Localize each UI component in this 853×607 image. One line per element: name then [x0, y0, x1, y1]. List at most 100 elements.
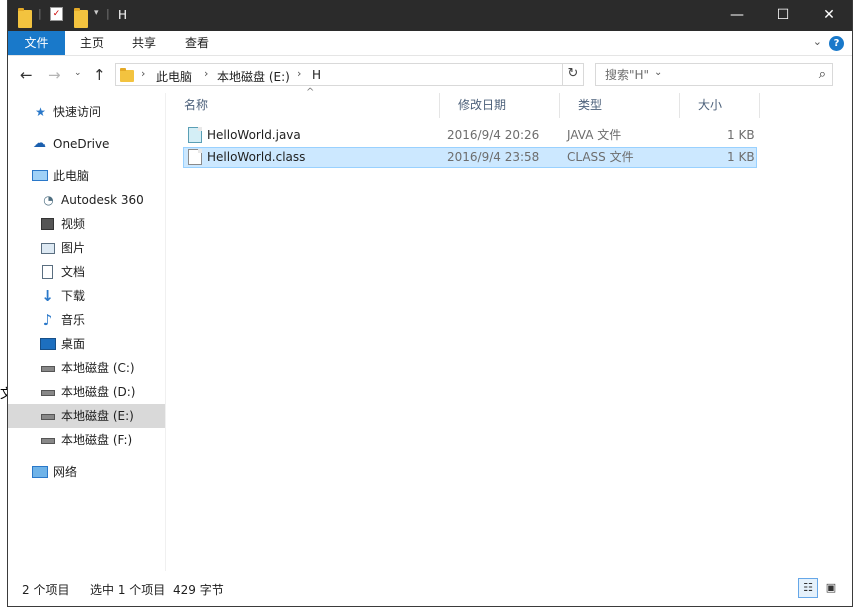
nav-item-label: 本地磁盘 (F:)	[61, 433, 133, 447]
cloud-icon: ☁	[33, 136, 46, 151]
separator-icon: |	[38, 7, 42, 20]
status-selection-size: 429 字节	[173, 583, 224, 597]
nav-item-quick-access[interactable]: ★ 快速访问	[8, 100, 165, 124]
drive-icon	[41, 390, 55, 396]
file-modified: 2016/9/4 23:58	[447, 150, 540, 164]
back-arrow-icon[interactable]: ←	[20, 66, 33, 84]
file-size: 1 KB	[727, 150, 755, 164]
forward-arrow-icon[interactable]: →	[48, 66, 61, 84]
nav-item-network[interactable]: 网络	[8, 460, 165, 484]
drive-icon	[41, 414, 55, 420]
file-type: CLASS 文件	[567, 150, 634, 164]
address-bar[interactable]: › 此电脑 › 本地磁盘 (E:) › H ⌄	[115, 63, 662, 86]
breadcrumb-drive-e[interactable]: 本地磁盘 (E:)	[217, 68, 290, 85]
new-folder-icon[interactable]	[74, 8, 88, 28]
file-modified: 2016/9/4 20:26	[447, 128, 540, 142]
maximize-button[interactable]: ☐	[760, 0, 806, 31]
nav-item-label: 此电脑	[53, 169, 90, 183]
refresh-icon[interactable]: ↻	[562, 63, 584, 86]
close-button[interactable]: ✕	[806, 0, 852, 31]
title-bar[interactable]: | ✓ ▾ | H — ☐ ✕	[8, 0, 852, 31]
file-name: HelloWorld.java	[207, 128, 301, 142]
status-item-count: 2 个项目	[22, 583, 70, 597]
nav-item-label: 本地磁盘 (C:)	[61, 361, 135, 375]
nav-item-drive-e[interactable]: 本地磁盘 (E:)	[8, 404, 165, 428]
tab-file[interactable]: 文件	[8, 31, 65, 55]
separator-icon: |	[106, 7, 110, 20]
minimize-button[interactable]: —	[714, 0, 760, 31]
nav-item-label: 快速访问	[53, 105, 102, 119]
address-row: ← → ⌄ ↑ › 此电脑 › 本地磁盘 (E:) › H ⌄ ↻ ⌕	[8, 57, 852, 93]
column-header-size[interactable]: 大小	[680, 93, 760, 118]
nav-item-label: 桌面	[61, 337, 86, 351]
breadcrumb-separator-icon[interactable]: ›	[204, 67, 208, 80]
drive-icon	[41, 438, 55, 444]
help-icon[interactable]: ?	[829, 36, 844, 51]
column-header-date-modified[interactable]: 修改日期	[440, 93, 560, 118]
file-row[interactable]: HelloWorld.java 2016/9/4 20:26 JAVA 文件 1…	[183, 125, 757, 146]
nav-item-drive-c[interactable]: 本地磁盘 (C:)	[8, 356, 165, 380]
search-icon[interactable]: ⌕	[819, 67, 826, 82]
nav-item-autodesk-360[interactable]: ◔ Autodesk 360	[8, 188, 165, 212]
nav-item-documents[interactable]: 文档	[8, 260, 165, 284]
music-icon: ♪	[42, 311, 53, 329]
network-icon	[32, 466, 48, 478]
file-size: 1 KB	[727, 128, 755, 142]
java-file-icon	[188, 127, 202, 143]
nav-item-desktop[interactable]: 桌面	[8, 332, 165, 356]
file-name: HelloWorld.class	[207, 150, 306, 164]
autodesk-icon: ◔	[43, 193, 54, 207]
search-box[interactable]: ⌕	[595, 63, 833, 86]
details-view-icon[interactable]: ☷	[798, 578, 818, 598]
status-selection: 选中 1 个项目	[90, 583, 166, 597]
folder-icon[interactable]	[18, 8, 32, 28]
properties-icon[interactable]: ✓	[50, 7, 63, 21]
column-header-name[interactable]: 名称	[166, 93, 440, 118]
nav-item-label: Autodesk 360	[61, 193, 144, 207]
navigation-pane: ★ 快速访问 ☁ OneDrive 此电脑 ◔ Autodesk 360 视频 …	[8, 93, 165, 571]
search-input[interactable]	[605, 65, 805, 85]
ribbon-tabs: 文件 主页 共享 查看 ⌄ ?	[8, 31, 852, 56]
documents-icon	[42, 265, 53, 279]
column-header-type[interactable]: 类型	[560, 93, 680, 118]
nav-item-label: 本地磁盘 (E:)	[61, 409, 134, 423]
computer-icon	[32, 170, 48, 181]
tab-home[interactable]: 主页	[72, 31, 112, 55]
file-type: JAVA 文件	[567, 128, 622, 142]
nav-item-label: 下载	[61, 289, 86, 303]
tab-share[interactable]: 共享	[124, 31, 164, 55]
breadcrumb-h[interactable]: H	[312, 68, 321, 82]
customize-toolbar-icon[interactable]: ▾	[94, 8, 99, 26]
recent-locations-chevron-icon[interactable]: ⌄	[74, 68, 82, 78]
nav-item-music[interactable]: ♪ 音乐	[8, 308, 165, 332]
nav-item-downloads[interactable]: ↓ 下载	[8, 284, 165, 308]
nav-item-label: 视频	[61, 217, 86, 231]
star-icon: ★	[35, 105, 46, 119]
pictures-icon	[41, 243, 55, 254]
breadcrumb-separator-icon[interactable]: ›	[297, 67, 301, 80]
nav-item-label: OneDrive	[53, 137, 110, 151]
file-row-selected[interactable]: HelloWorld.class 2016/9/4 23:58 CLASS 文件…	[183, 147, 757, 168]
nav-item-this-pc[interactable]: 此电脑	[8, 164, 165, 188]
drive-icon	[41, 366, 55, 372]
video-icon	[41, 218, 54, 230]
tab-view[interactable]: 查看	[177, 31, 217, 55]
breadcrumb-separator-icon[interactable]: ›	[141, 67, 145, 80]
nav-item-videos[interactable]: 视频	[8, 212, 165, 236]
nav-item-pictures[interactable]: 图片	[8, 236, 165, 260]
file-explorer-window: | ✓ ▾ | H — ☐ ✕ 文件 主页 共享 查看 ⌄ ? ← → ⌄ ↑ …	[7, 0, 853, 607]
desktop-icon	[40, 338, 56, 350]
nav-item-onedrive[interactable]: ☁ OneDrive	[8, 132, 165, 156]
nav-item-drive-d[interactable]: 本地磁盘 (D:)	[8, 380, 165, 404]
class-file-icon	[188, 149, 202, 165]
nav-item-label: 文档	[61, 265, 86, 279]
nav-item-drive-f[interactable]: 本地磁盘 (F:)	[8, 428, 165, 452]
nav-item-label: 本地磁盘 (D:)	[61, 385, 136, 399]
breadcrumb-this-pc[interactable]: 此电脑	[156, 68, 192, 85]
folder-icon	[120, 68, 134, 82]
nav-item-label: 音乐	[61, 313, 86, 327]
up-arrow-icon[interactable]: ↑	[93, 66, 106, 84]
large-icons-view-icon[interactable]: ▣	[821, 578, 841, 598]
expand-ribbon-chevron-icon[interactable]: ⌄	[813, 35, 822, 48]
download-icon: ↓	[41, 287, 54, 305]
